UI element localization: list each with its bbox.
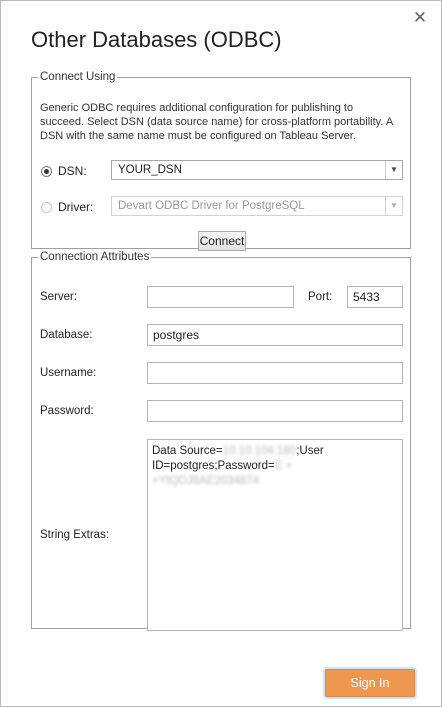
connection-attributes-group: Connection Attributes Server: Port: 5433…: [31, 251, 411, 631]
username-label: Username:: [40, 367, 97, 379]
driver-radio-row[interactable]: Driver:: [41, 198, 93, 216]
password-input[interactable]: [147, 400, 403, 422]
driver-select[interactable]: Devart ODBC Driver for PostgreSQL ▼: [111, 196, 403, 216]
username-input[interactable]: [147, 362, 403, 384]
chevron-down-icon[interactable]: ▼: [385, 161, 402, 179]
string-extras-label: String Extras:: [40, 529, 110, 541]
port-label: Port:: [308, 291, 333, 303]
close-icon[interactable]: ✕: [411, 9, 429, 27]
database-input[interactable]: postgres: [147, 324, 403, 346]
dialog-title: Other Databases (ODBC): [31, 27, 282, 52]
string-extras-part1: Data Source=: [152, 445, 223, 457]
connect-button[interactable]: Connect: [198, 231, 246, 251]
server-input[interactable]: [147, 286, 294, 308]
port-input[interactable]: 5433: [347, 286, 403, 308]
connection-attributes-legend: Connection Attributes: [40, 251, 150, 263]
database-label: Database:: [40, 329, 93, 341]
connect-using-description: Generic ODBC requires additional configu…: [40, 102, 393, 142]
redacted-server-address: 10.10.104.180: [222, 445, 297, 457]
driver-value: Devart ODBC Driver for PostgreSQL: [118, 200, 305, 212]
string-extras-textarea[interactable]: Data Source=10.10.104.180;User ID=postgr…: [147, 439, 403, 631]
sign-in-button[interactable]: Sign In: [325, 669, 415, 697]
connect-using-legend: Connect Using: [40, 71, 116, 83]
dsn-label: DSN:: [58, 164, 87, 178]
driver-radio[interactable]: [41, 201, 52, 213]
odbc-dialog: ✕ Other Databases (ODBC) Connect Using G…: [0, 0, 442, 707]
dsn-radio-row[interactable]: DSN:: [41, 162, 87, 180]
dsn-value: YOUR_DSN: [118, 164, 182, 176]
driver-label: Driver:: [58, 200, 94, 214]
dsn-radio[interactable]: [41, 165, 52, 177]
server-label: Server:: [40, 291, 78, 303]
dsn-select[interactable]: YOUR_DSN ▼: [111, 160, 403, 180]
chevron-down-icon[interactable]: ▼: [385, 197, 402, 215]
connect-using-group: Connect Using Generic ODBC requires addi…: [31, 71, 411, 251]
password-label: Password:: [40, 405, 94, 417]
